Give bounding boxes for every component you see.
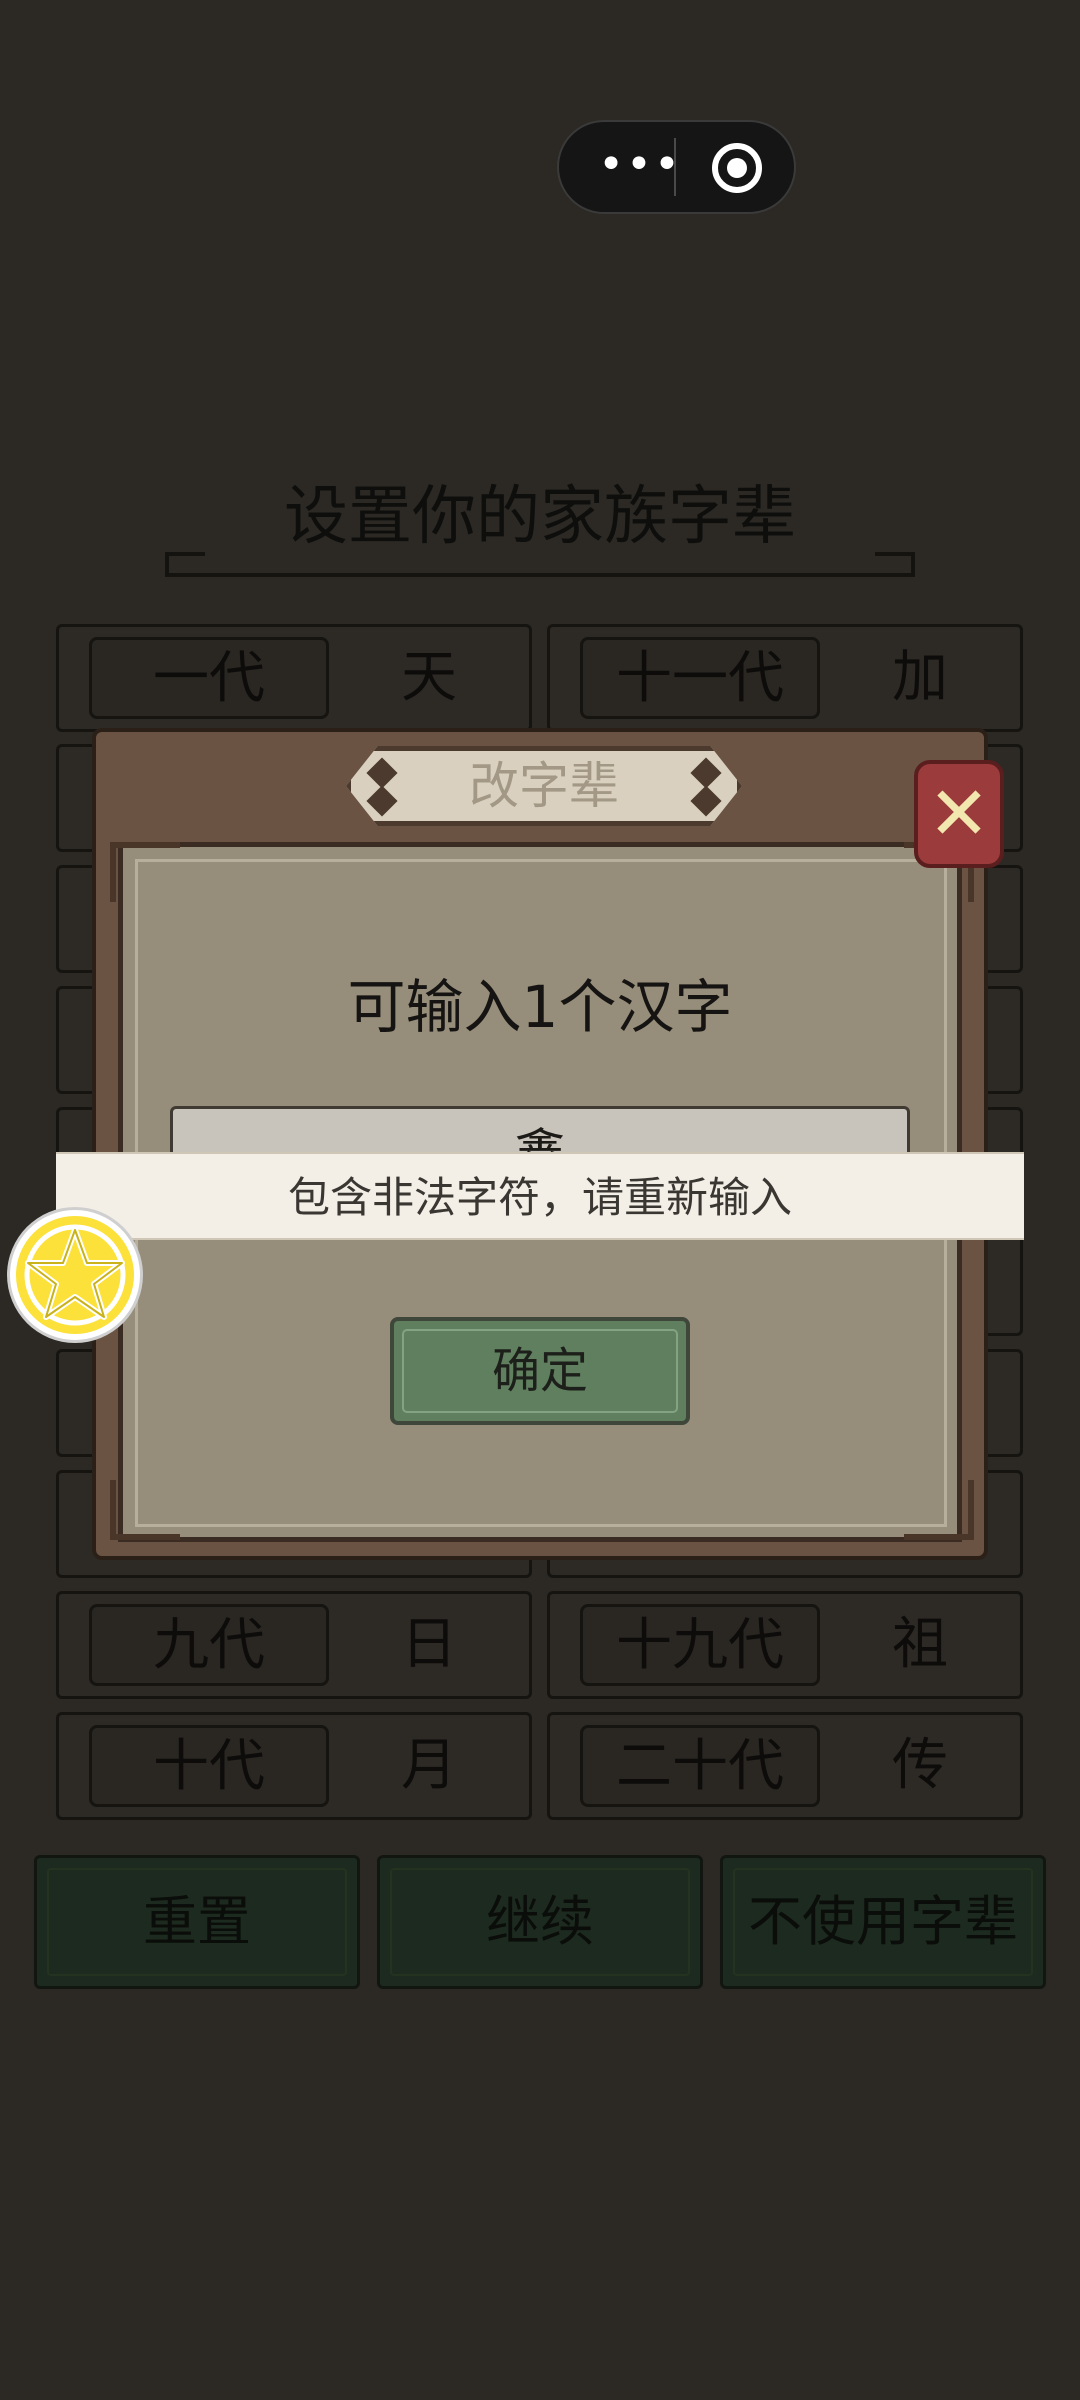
generation-row[interactable]: 一代 天 (56, 624, 532, 732)
underline-ornament-right (875, 552, 915, 574)
generation-char: 传 (892, 1733, 948, 1798)
generation-tag: 十九代 (580, 1604, 820, 1686)
corner-ornament-bottom-right (904, 1480, 974, 1540)
generation-char: 日 (401, 1612, 457, 1677)
pentagram-star-icon (24, 1224, 126, 1326)
confirm-button[interactable]: 确定 (390, 1317, 690, 1425)
continue-button[interactable]: 继续 (377, 1855, 703, 1989)
target-circle-icon[interactable] (712, 143, 762, 193)
skip-generation-button[interactable]: 不使用字辈 (720, 1855, 1046, 1989)
page-title: 设置你的家族字辈 (284, 480, 796, 554)
close-button[interactable]: ✕ (914, 760, 1004, 868)
generation-tag: 二十代 (580, 1725, 820, 1807)
floating-star-badge[interactable] (10, 1210, 140, 1340)
dialog-title: 改字辈 (469, 757, 619, 815)
underline-ornament-left (165, 552, 205, 574)
reset-button[interactable]: 重置 (34, 1855, 360, 1989)
corner-ornament-bottom-left (110, 1480, 180, 1540)
generation-tag: 十一代 (580, 637, 820, 719)
error-toast: 包含非法字符，请重新输入 (56, 1152, 1024, 1240)
generation-char: 加 (892, 645, 948, 710)
generation-tag: 九代 (89, 1604, 329, 1686)
generation-row[interactable]: 二十代 传 (547, 1712, 1023, 1820)
close-x-icon: ✕ (927, 771, 990, 857)
generation-row[interactable]: 十九代 祖 (547, 1591, 1023, 1699)
generation-char: 祖 (892, 1612, 948, 1677)
generation-char: 天 (401, 645, 457, 710)
corner-ornament-top-left (110, 842, 180, 902)
input-hint: 可输入1个汉字 (347, 973, 733, 1041)
capsule-divider (674, 138, 676, 196)
generation-tag: 一代 (89, 637, 329, 719)
generation-row[interactable]: 十一代 加 (547, 624, 1023, 732)
generation-char: 月 (401, 1733, 457, 1798)
title-underline (165, 573, 915, 577)
generation-row[interactable]: 十代 月 (56, 1712, 532, 1820)
generation-tag: 十代 (89, 1725, 329, 1807)
generation-row[interactable]: 九代 日 (56, 1591, 532, 1699)
